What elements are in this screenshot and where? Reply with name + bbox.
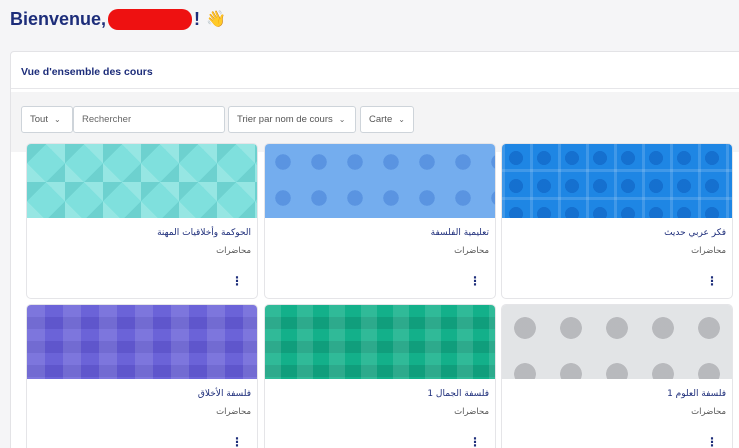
kebab-menu-icon[interactable]: ⋮	[469, 274, 481, 288]
welcome-prefix: Bienvenue,	[10, 8, 107, 29]
course-category: محاضرات	[454, 407, 489, 417]
course-card[interactable]: فلسفة الجمال 1 محاضرات ⋮	[264, 304, 496, 448]
search-placeholder: Rechercher	[82, 114, 132, 125]
course-category: محاضرات	[691, 246, 726, 256]
course-card[interactable]: الحوكمة وأخلاقيات المهنة محاضرات ⋮	[26, 143, 258, 299]
block-title: Vue d'ensemble des cours	[21, 66, 153, 78]
course-title-link[interactable]: فلسفة الأخلاق	[198, 389, 251, 399]
sort-label: Trier par nom de cours	[237, 114, 333, 125]
course-title-link[interactable]: فلسفة الجمال 1	[427, 389, 489, 399]
waving-hand-icon: 👋	[206, 11, 226, 28]
course-banner-image[interactable]	[502, 305, 732, 379]
course-banner-image[interactable]	[502, 144, 732, 218]
block-divider	[11, 88, 739, 89]
redacted-username	[108, 8, 193, 30]
search-input[interactable]: Rechercher	[73, 106, 225, 133]
welcome-heading: Bienvenue, ! 👋	[10, 6, 226, 32]
course-category: محاضرات	[216, 407, 251, 417]
course-category: محاضرات	[454, 246, 489, 256]
kebab-menu-icon[interactable]: ⋮	[231, 274, 243, 288]
sort-dropdown[interactable]: Trier par nom de cours ⌄	[228, 106, 356, 133]
kebab-menu-icon[interactable]: ⋮	[469, 435, 481, 448]
course-title-link[interactable]: الحوكمة وأخلاقيات المهنة	[157, 228, 251, 238]
filter-dropdown[interactable]: Tout ⌄	[21, 106, 73, 133]
kebab-menu-icon[interactable]: ⋮	[706, 274, 718, 288]
view-label: Carte	[369, 114, 393, 125]
chevron-down-icon: ⌄	[338, 115, 346, 124]
course-banner-image[interactable]	[265, 144, 495, 218]
course-title-link[interactable]: تعليمية الفلسفة	[431, 228, 489, 238]
course-card[interactable]: تعليمية الفلسفة محاضرات ⋮	[264, 143, 496, 299]
course-banner-image[interactable]	[265, 305, 495, 379]
course-category: محاضرات	[691, 407, 726, 417]
course-banner-image[interactable]	[27, 144, 257, 218]
course-title-link[interactable]: فكر عربي حديث	[664, 228, 726, 238]
view-dropdown[interactable]: Carte ⌄	[360, 106, 414, 133]
course-title-link[interactable]: فلسفة العلوم 1	[667, 389, 726, 399]
filter-label: Tout	[30, 114, 48, 125]
course-category: محاضرات	[216, 246, 251, 256]
kebab-menu-icon[interactable]: ⋮	[706, 435, 718, 448]
course-card[interactable]: فكر عربي حديث محاضرات ⋮	[501, 143, 733, 299]
chevron-down-icon: ⌄	[398, 115, 405, 124]
chevron-down-icon: ⌄	[53, 115, 61, 124]
course-card[interactable]: فلسفة العلوم 1 محاضرات ⋮	[501, 304, 733, 448]
course-card[interactable]: فلسفة الأخلاق محاضرات ⋮	[26, 304, 258, 448]
welcome-suffix: !	[194, 8, 201, 29]
course-overview-block: Vue d'ensemble des cours Tout ⌄ Recherch…	[10, 51, 739, 448]
kebab-menu-icon[interactable]: ⋮	[231, 435, 243, 448]
course-banner-image[interactable]	[27, 305, 257, 379]
